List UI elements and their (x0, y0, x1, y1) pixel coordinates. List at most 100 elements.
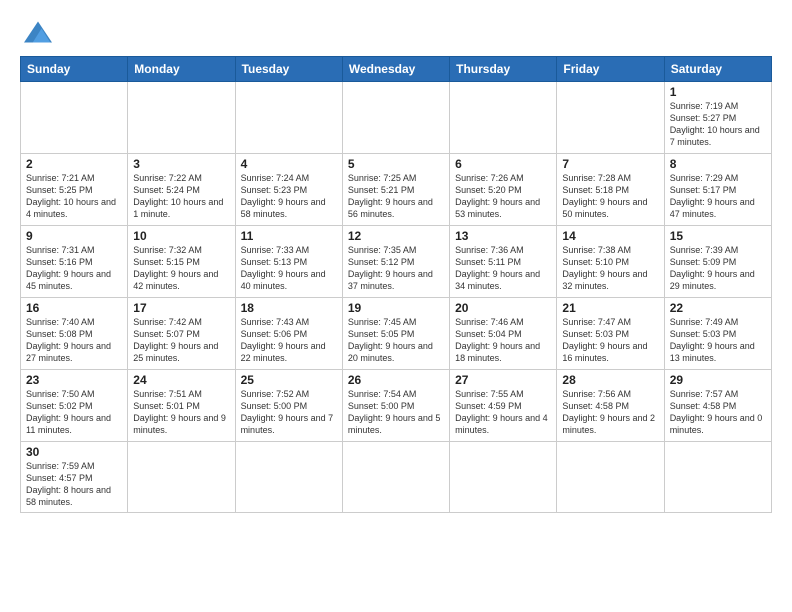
day-number: 22 (670, 301, 766, 315)
page: SundayMondayTuesdayWednesdayThursdayFrid… (0, 0, 792, 525)
day-number: 14 (562, 229, 658, 243)
weekday-header-row: SundayMondayTuesdayWednesdayThursdayFrid… (21, 57, 772, 82)
day-number: 25 (241, 373, 337, 387)
day-number: 12 (348, 229, 444, 243)
day-info: Sunrise: 7:29 AM Sunset: 5:17 PM Dayligh… (670, 172, 766, 221)
calendar-cell: 3Sunrise: 7:22 AM Sunset: 5:24 PM Daylig… (128, 154, 235, 226)
day-info: Sunrise: 7:28 AM Sunset: 5:18 PM Dayligh… (562, 172, 658, 221)
calendar-cell: 26Sunrise: 7:54 AM Sunset: 5:00 PM Dayli… (342, 370, 449, 442)
calendar-cell (235, 442, 342, 513)
weekday-header-friday: Friday (557, 57, 664, 82)
day-number: 13 (455, 229, 551, 243)
calendar-cell: 20Sunrise: 7:46 AM Sunset: 5:04 PM Dayli… (450, 298, 557, 370)
calendar-cell (557, 82, 664, 154)
calendar-cell (450, 82, 557, 154)
day-number: 24 (133, 373, 229, 387)
week-row-3: 9Sunrise: 7:31 AM Sunset: 5:16 PM Daylig… (21, 226, 772, 298)
day-number: 29 (670, 373, 766, 387)
weekday-header-sunday: Sunday (21, 57, 128, 82)
day-number: 30 (26, 445, 122, 459)
day-number: 8 (670, 157, 766, 171)
calendar-cell: 19Sunrise: 7:45 AM Sunset: 5:05 PM Dayli… (342, 298, 449, 370)
week-row-2: 2Sunrise: 7:21 AM Sunset: 5:25 PM Daylig… (21, 154, 772, 226)
day-info: Sunrise: 7:40 AM Sunset: 5:08 PM Dayligh… (26, 316, 122, 365)
day-info: Sunrise: 7:52 AM Sunset: 5:00 PM Dayligh… (241, 388, 337, 437)
day-info: Sunrise: 7:31 AM Sunset: 5:16 PM Dayligh… (26, 244, 122, 293)
day-info: Sunrise: 7:26 AM Sunset: 5:20 PM Dayligh… (455, 172, 551, 221)
day-info: Sunrise: 7:33 AM Sunset: 5:13 PM Dayligh… (241, 244, 337, 293)
day-info: Sunrise: 7:51 AM Sunset: 5:01 PM Dayligh… (133, 388, 229, 437)
calendar-cell: 22Sunrise: 7:49 AM Sunset: 5:03 PM Dayli… (664, 298, 771, 370)
calendar-cell: 11Sunrise: 7:33 AM Sunset: 5:13 PM Dayli… (235, 226, 342, 298)
week-row-4: 16Sunrise: 7:40 AM Sunset: 5:08 PM Dayli… (21, 298, 772, 370)
calendar-cell (128, 82, 235, 154)
weekday-header-monday: Monday (128, 57, 235, 82)
calendar-cell (450, 442, 557, 513)
calendar-cell: 7Sunrise: 7:28 AM Sunset: 5:18 PM Daylig… (557, 154, 664, 226)
calendar-cell (557, 442, 664, 513)
day-info: Sunrise: 7:46 AM Sunset: 5:04 PM Dayligh… (455, 316, 551, 365)
weekday-header-thursday: Thursday (450, 57, 557, 82)
calendar-cell: 18Sunrise: 7:43 AM Sunset: 5:06 PM Dayli… (235, 298, 342, 370)
day-info: Sunrise: 7:42 AM Sunset: 5:07 PM Dayligh… (133, 316, 229, 365)
calendar-cell (342, 442, 449, 513)
calendar-cell: 25Sunrise: 7:52 AM Sunset: 5:00 PM Dayli… (235, 370, 342, 442)
day-number: 20 (455, 301, 551, 315)
calendar-cell: 16Sunrise: 7:40 AM Sunset: 5:08 PM Dayli… (21, 298, 128, 370)
day-number: 4 (241, 157, 337, 171)
week-row-1: 1Sunrise: 7:19 AM Sunset: 5:27 PM Daylig… (21, 82, 772, 154)
calendar-cell: 30Sunrise: 7:59 AM Sunset: 4:57 PM Dayli… (21, 442, 128, 513)
day-info: Sunrise: 7:21 AM Sunset: 5:25 PM Dayligh… (26, 172, 122, 221)
calendar-cell: 2Sunrise: 7:21 AM Sunset: 5:25 PM Daylig… (21, 154, 128, 226)
calendar-cell: 12Sunrise: 7:35 AM Sunset: 5:12 PM Dayli… (342, 226, 449, 298)
day-number: 15 (670, 229, 766, 243)
day-number: 2 (26, 157, 122, 171)
weekday-header-tuesday: Tuesday (235, 57, 342, 82)
day-info: Sunrise: 7:50 AM Sunset: 5:02 PM Dayligh… (26, 388, 122, 437)
calendar-cell: 6Sunrise: 7:26 AM Sunset: 5:20 PM Daylig… (450, 154, 557, 226)
calendar-cell (128, 442, 235, 513)
day-number: 16 (26, 301, 122, 315)
weekday-header-saturday: Saturday (664, 57, 771, 82)
calendar-cell: 9Sunrise: 7:31 AM Sunset: 5:16 PM Daylig… (21, 226, 128, 298)
week-row-5: 23Sunrise: 7:50 AM Sunset: 5:02 PM Dayli… (21, 370, 772, 442)
day-info: Sunrise: 7:24 AM Sunset: 5:23 PM Dayligh… (241, 172, 337, 221)
calendar-cell: 15Sunrise: 7:39 AM Sunset: 5:09 PM Dayli… (664, 226, 771, 298)
day-info: Sunrise: 7:32 AM Sunset: 5:15 PM Dayligh… (133, 244, 229, 293)
day-info: Sunrise: 7:36 AM Sunset: 5:11 PM Dayligh… (455, 244, 551, 293)
day-number: 11 (241, 229, 337, 243)
day-info: Sunrise: 7:19 AM Sunset: 5:27 PM Dayligh… (670, 100, 766, 149)
day-info: Sunrise: 7:57 AM Sunset: 4:58 PM Dayligh… (670, 388, 766, 437)
day-info: Sunrise: 7:38 AM Sunset: 5:10 PM Dayligh… (562, 244, 658, 293)
calendar-cell: 5Sunrise: 7:25 AM Sunset: 5:21 PM Daylig… (342, 154, 449, 226)
day-number: 28 (562, 373, 658, 387)
day-number: 10 (133, 229, 229, 243)
day-info: Sunrise: 7:59 AM Sunset: 4:57 PM Dayligh… (26, 460, 122, 509)
day-info: Sunrise: 7:35 AM Sunset: 5:12 PM Dayligh… (348, 244, 444, 293)
day-number: 18 (241, 301, 337, 315)
calendar-cell (235, 82, 342, 154)
calendar-cell: 8Sunrise: 7:29 AM Sunset: 5:17 PM Daylig… (664, 154, 771, 226)
calendar: SundayMondayTuesdayWednesdayThursdayFrid… (20, 56, 772, 513)
calendar-cell: 10Sunrise: 7:32 AM Sunset: 5:15 PM Dayli… (128, 226, 235, 298)
day-info: Sunrise: 7:54 AM Sunset: 5:00 PM Dayligh… (348, 388, 444, 437)
day-number: 17 (133, 301, 229, 315)
day-number: 21 (562, 301, 658, 315)
calendar-cell: 13Sunrise: 7:36 AM Sunset: 5:11 PM Dayli… (450, 226, 557, 298)
calendar-cell (342, 82, 449, 154)
header (20, 18, 772, 46)
day-info: Sunrise: 7:56 AM Sunset: 4:58 PM Dayligh… (562, 388, 658, 437)
day-number: 26 (348, 373, 444, 387)
weekday-header-wednesday: Wednesday (342, 57, 449, 82)
day-number: 19 (348, 301, 444, 315)
calendar-cell: 21Sunrise: 7:47 AM Sunset: 5:03 PM Dayli… (557, 298, 664, 370)
day-info: Sunrise: 7:47 AM Sunset: 5:03 PM Dayligh… (562, 316, 658, 365)
day-info: Sunrise: 7:43 AM Sunset: 5:06 PM Dayligh… (241, 316, 337, 365)
day-info: Sunrise: 7:49 AM Sunset: 5:03 PM Dayligh… (670, 316, 766, 365)
day-number: 7 (562, 157, 658, 171)
day-info: Sunrise: 7:25 AM Sunset: 5:21 PM Dayligh… (348, 172, 444, 221)
day-number: 23 (26, 373, 122, 387)
calendar-cell: 4Sunrise: 7:24 AM Sunset: 5:23 PM Daylig… (235, 154, 342, 226)
logo-icon (20, 18, 56, 46)
calendar-cell (21, 82, 128, 154)
